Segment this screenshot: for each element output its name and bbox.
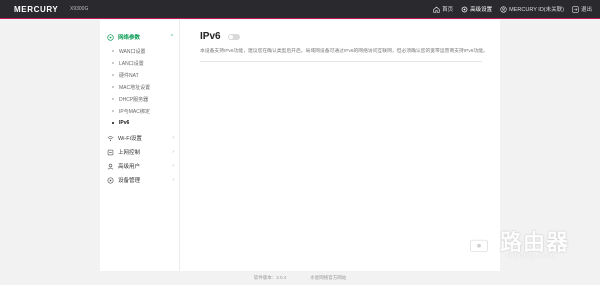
account-icon — [500, 5, 507, 13]
bullet-icon — [112, 62, 114, 64]
home-link-label: 首页 — [442, 7, 454, 13]
bullet-icon — [112, 50, 114, 52]
advanced-settings-link[interactable]: 高级设置 — [461, 5, 492, 13]
sidebar-item-label: DHCP服务器 — [119, 96, 149, 103]
mercury-id-link[interactable]: MERCURY ID(未关联) — [500, 5, 564, 13]
official-site-link[interactable]: 水星网络官方网站 — [310, 275, 346, 281]
settings-icon — [461, 6, 468, 12]
chevron-right-icon: › — [172, 135, 174, 141]
bullet-icon — [112, 74, 114, 76]
sidebar-section-wifi[interactable]: Wi-Fi设置 › — [100, 131, 179, 145]
chevron-right-icon: › — [172, 163, 174, 169]
chevron-right-icon: › — [172, 177, 174, 183]
sidebar-item-label: MAC地址设置 — [119, 84, 151, 91]
page-title: IPv6 — [200, 31, 221, 42]
device-icon — [107, 177, 114, 183]
sidebar-item-wan[interactable]: WAN口设置 — [100, 45, 179, 57]
home-icon — [433, 6, 440, 13]
sidebar-section-access-control[interactable]: 上网控制 › — [100, 145, 179, 159]
bullet-icon — [112, 98, 114, 100]
sidebar-item-dhcp[interactable]: DHCP服务器 — [100, 93, 179, 105]
ipv6-description: 本设备支持IPv6功能，建议您在确认类型后开启，局域网设备可通过IPv6的网络访… — [200, 49, 488, 54]
control-icon — [107, 149, 114, 155]
sidebar-section-label: 网络参数 — [118, 35, 141, 41]
advanced-settings-label: 高级设置 — [470, 7, 493, 13]
sidebar-item-ip-mac-binding[interactable]: IP与MAC绑定 — [100, 105, 179, 117]
logout-icon — [572, 5, 579, 13]
sidebar-item-label: 硬件NAT — [119, 72, 139, 79]
sidebar-item-ipv6[interactable]: IPv6 — [100, 117, 179, 129]
brand-logo: MERCURY — [14, 5, 59, 14]
network-submenu: WAN口设置 LAN口设置 硬件NAT MAC地址设置 DHCP服务器 IP与M… — [100, 44, 179, 131]
wifi-icon — [107, 135, 114, 141]
bullet-icon — [112, 110, 114, 112]
settings-page: 网络参数 ⌃ WAN口设置 LAN口设置 硬件NAT MAC地址设置 DHCP服… — [100, 20, 500, 271]
bullet-icon — [112, 122, 114, 124]
watermark: 路由器 luyouqi.com — [460, 222, 596, 262]
sidebar-item-mac[interactable]: MAC地址设置 — [100, 81, 179, 93]
user-icon — [107, 163, 114, 170]
logout-link[interactable]: 退出 — [572, 5, 592, 13]
sidebar-item-label: IPv6 — [119, 120, 130, 126]
toggle-knob — [228, 34, 233, 39]
bullet-icon — [112, 86, 114, 88]
sidebar-section-network[interactable]: 网络参数 ⌃ — [100, 30, 179, 44]
watermark-url: luyouqi.com — [507, 251, 556, 260]
header-nav: 首页 高级设置 MERCURY ID(未关联) 退出 — [433, 5, 592, 13]
sidebar: 网络参数 ⌃ WAN口设置 LAN口设置 硬件NAT MAC地址设置 DHCP服… — [100, 20, 180, 271]
divider — [200, 60, 482, 62]
mercury-id-label: MERCURY ID(未关联) — [509, 7, 564, 13]
sidebar-section-label: 上网控制 — [118, 150, 141, 156]
sidebar-section-advanced-user[interactable]: 高级用户 › — [100, 159, 179, 173]
chevron-up-icon: ⌃ — [169, 34, 174, 40]
home-link[interactable]: 首页 — [433, 5, 453, 13]
router-logo-icon — [460, 224, 498, 260]
chevron-right-icon: › — [172, 149, 174, 155]
sidebar-item-lan[interactable]: LAN口设置 — [100, 57, 179, 69]
model-name: X9300G — [70, 6, 89, 12]
sidebar-item-label: IP与MAC绑定 — [119, 108, 150, 115]
main-content: IPv6 本设备支持IPv6功能，建议您在确认类型后开启，局域网设备可通过IPv… — [200, 31, 500, 62]
sidebar-section-device-management[interactable]: 设备管理 › — [100, 173, 179, 187]
sidebar-item-label: LAN口设置 — [119, 60, 144, 67]
ipv6-toggle[interactable] — [227, 33, 240, 40]
sidebar-section-label: 设备管理 — [118, 178, 141, 184]
top-bar: MERCURY X9300G 首页 高级设置 MERCURY ID(未关联) 退… — [0, 0, 600, 19]
network-icon — [107, 33, 114, 41]
sidebar-item-label: WAN口设置 — [119, 48, 146, 55]
sidebar-section-label: 高级用户 — [118, 164, 141, 170]
title-row: IPv6 — [200, 31, 500, 42]
software-version: 软件版本：2.0.4 — [253, 275, 287, 280]
sidebar-item-nat[interactable]: 硬件NAT — [100, 69, 179, 81]
footer: 软件版本：2.0.4 水星网络官方网站 — [0, 271, 600, 285]
sidebar-section-label: Wi-Fi设置 — [118, 136, 142, 142]
logout-label: 退出 — [580, 7, 592, 13]
